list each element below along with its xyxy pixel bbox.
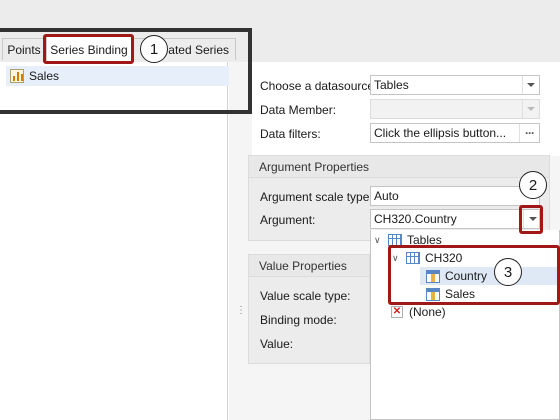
highlight-tree-table (388, 245, 560, 305)
data-filters-label: Data filters: (260, 127, 321, 141)
argument-scale-label: Argument scale type: (260, 190, 373, 204)
value-scale-label: Value scale type: (260, 289, 351, 303)
data-member-label: Data Member: (260, 103, 337, 117)
tree-node-label: (None) (409, 305, 446, 319)
series-list-panel (0, 62, 228, 420)
highlight-argument-dropdown (519, 205, 543, 234)
tree-node-none[interactable]: ✕ (None) (391, 303, 446, 321)
argument-scale-value: Auto (374, 189, 399, 203)
group-title: Value Properties (249, 255, 369, 277)
argument-label: Argument: (260, 213, 316, 227)
ellipsis-button[interactable]: ··· (519, 124, 539, 142)
argument-scale-field[interactable]: Auto (370, 186, 540, 206)
chevron-down-icon[interactable]: ∨ (374, 235, 386, 246)
callout-3: 3 (494, 258, 522, 286)
right-header-area (252, 0, 560, 62)
binding-mode-label: Binding mode: (260, 313, 337, 327)
argument-select[interactable]: CH320.Country (370, 209, 540, 229)
data-member-select[interactable] (370, 99, 540, 119)
none-x-icon: ✕ (391, 306, 403, 318)
highlight-series-binding-tab (43, 34, 134, 64)
datasource-value: Tables (374, 78, 409, 92)
dropdown-arrow-icon[interactable] (522, 76, 539, 94)
callout-1: 1 (140, 35, 168, 63)
dropdown-arrow-icon (522, 100, 539, 118)
data-filters-value: Click the ellipsis button... (374, 126, 507, 140)
group-title: Argument Properties (249, 156, 549, 178)
datasource-select[interactable]: Tables (370, 75, 540, 95)
callout-2: 2 (519, 171, 547, 199)
splitter-grip-icon[interactable]: ⋮ (236, 306, 246, 324)
data-filters-field[interactable]: Click the ellipsis button... ··· (370, 123, 540, 143)
value-label: Value: (260, 337, 294, 351)
argument-value: CH320.Country (374, 212, 457, 226)
datasource-label: Choose a datasource: (260, 79, 378, 93)
